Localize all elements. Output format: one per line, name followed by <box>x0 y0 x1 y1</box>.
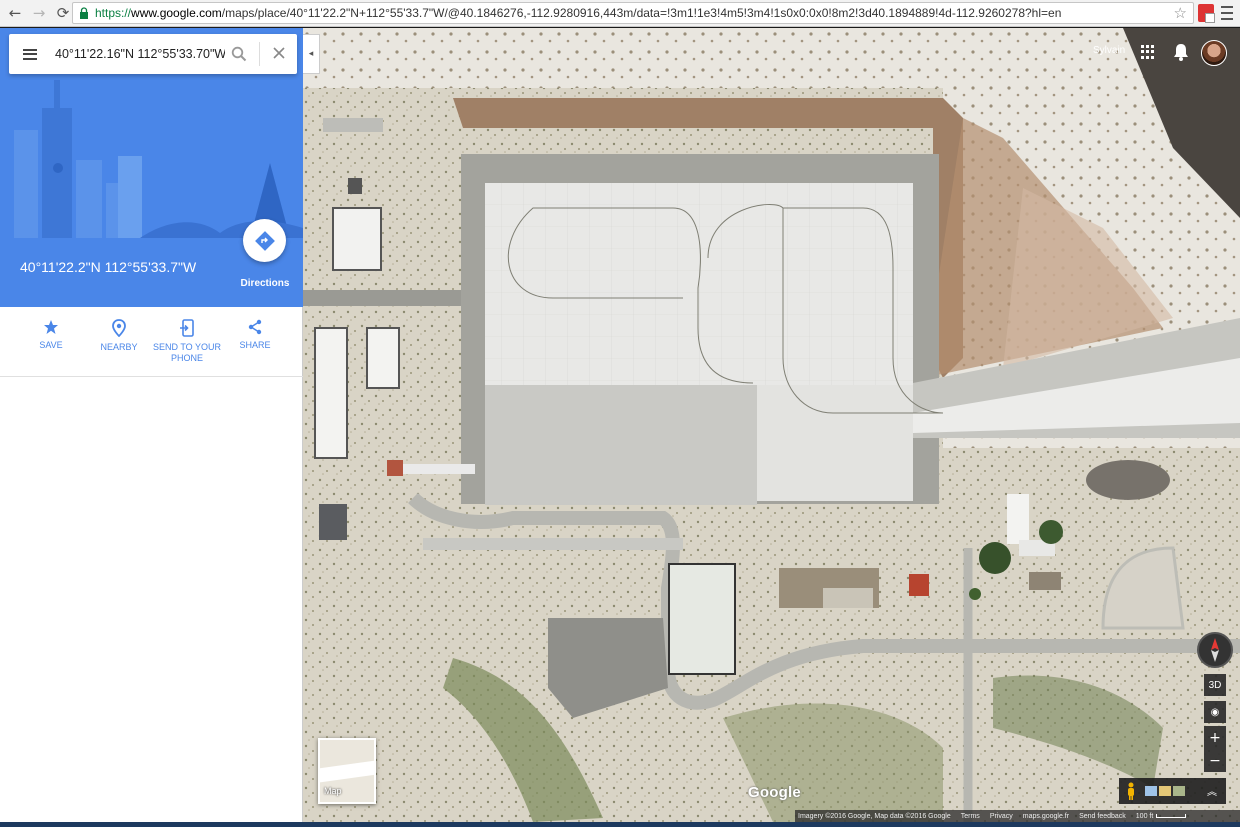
action-row: SAVE NEARBY SEND TO YOUR PHONE SHARE <box>0 313 303 377</box>
place-header: 40°11'22.2"N 112°55'33.7"W Directions <box>0 28 303 307</box>
address-bar[interactable]: https://www.google.com/maps/place/40°11'… <box>72 2 1194 24</box>
scale-text: 100 ft <box>1135 812 1154 820</box>
my-location-button[interactable]: ◉ <box>1204 701 1226 723</box>
scale-bar <box>1156 813 1187 818</box>
extension-icon[interactable] <box>1198 4 1215 23</box>
satellite-map[interactable] <box>303 28 1240 822</box>
send-to-phone-icon <box>180 319 194 337</box>
url-host: www.google.com <box>131 6 222 20</box>
imagery-thumbnails[interactable] <box>1145 786 1185 796</box>
lock-icon <box>77 6 91 20</box>
send-to-phone-button[interactable]: SEND TO YOUR PHONE <box>152 319 222 364</box>
compass-icon[interactable] <box>1197 632 1233 668</box>
tilt-3d-button[interactable]: 3D <box>1204 674 1226 696</box>
satellite-imagery <box>303 28 1240 822</box>
zoom-in-button[interactable]: + <box>1204 726 1226 749</box>
location-pin-icon <box>112 319 126 337</box>
privacy-link[interactable]: Privacy <box>990 813 1013 820</box>
terms-link[interactable]: Terms <box>961 813 980 820</box>
notification-bell-icon[interactable] <box>1173 43 1189 61</box>
send-feedback-link[interactable]: Send feedback <box>1079 813 1126 820</box>
map-view-toggle[interactable]: Map <box>318 738 376 804</box>
back-arrow-icon[interactable]: ← <box>6 4 24 22</box>
browser-menu-icon[interactable] <box>1221 6 1233 20</box>
city-illustration <box>14 80 303 238</box>
pegman-icon[interactable] <box>1127 782 1135 800</box>
my-location-icon: ◉ <box>1210 706 1220 718</box>
collapse-panel-button[interactable]: ◂ <box>303 34 320 74</box>
zoom-control: + − <box>1204 726 1226 772</box>
map-toggle-label: Map <box>324 786 342 796</box>
google-logo: Google <box>748 784 801 801</box>
directions-icon <box>254 230 275 251</box>
url-scheme: https:// <box>95 6 132 20</box>
zoom-out-button[interactable]: − <box>1204 749 1226 772</box>
share-label: SHARE <box>239 340 271 350</box>
expand-chevron-icon[interactable]: ︽ <box>1207 783 1217 798</box>
save-label: SAVE <box>39 340 63 350</box>
url-path: /maps/place/40°11'22.2"N+112°55'33.7"W/@… <box>221 6 1062 20</box>
apps-grid-icon[interactable] <box>1141 45 1155 59</box>
panel-divider <box>0 376 303 377</box>
search-divider <box>259 42 260 66</box>
send-to-phone-label: SEND TO YOUR PHONE <box>152 342 222 363</box>
browser-toolbar: ← → ⟳ https://www.google.com/maps/place/… <box>0 0 1240 27</box>
avatar[interactable] <box>1201 40 1227 66</box>
nearby-label: NEARBY <box>100 342 138 352</box>
star-icon <box>44 320 58 334</box>
search-icon[interactable] <box>231 46 247 62</box>
os-taskbar <box>0 822 1240 827</box>
nearby-button[interactable]: NEARBY <box>84 319 154 353</box>
user-name[interactable]: Sylvain <box>1093 45 1125 56</box>
close-icon[interactable] <box>272 46 286 60</box>
chevron-left-icon: ◂ <box>308 49 314 59</box>
share-icon <box>248 319 262 335</box>
domain-link[interactable]: maps.google.fr <box>1023 813 1069 820</box>
directions-button[interactable] <box>243 219 286 262</box>
url-text: https://www.google.com/maps/place/40°11'… <box>95 6 1061 20</box>
search-input[interactable] <box>55 45 225 63</box>
share-button[interactable]: SHARE <box>220 319 290 351</box>
scale-label[interactable]: 100 ft <box>1136 813 1187 820</box>
side-panel: 40°11'22.2"N 112°55'33.7"W Directions SA… <box>0 28 303 822</box>
forward-arrow-icon[interactable]: → <box>30 4 48 22</box>
map-footer: Imagery ©2016 Google, Map data ©2016 Goo… <box>795 810 1240 822</box>
save-button[interactable]: SAVE <box>16 319 86 351</box>
directions-label: Directions <box>240 278 290 289</box>
bookmark-star-icon[interactable]: ☆ <box>1174 4 1187 22</box>
place-title: 40°11'22.2"N 112°55'33.7"W <box>20 259 197 275</box>
menu-icon[interactable] <box>23 48 37 60</box>
search-box <box>9 34 297 74</box>
imagery-attribution: Imagery ©2016 Google, Map data ©2016 Goo… <box>798 812 951 820</box>
reload-icon[interactable]: ⟳ <box>54 4 72 22</box>
